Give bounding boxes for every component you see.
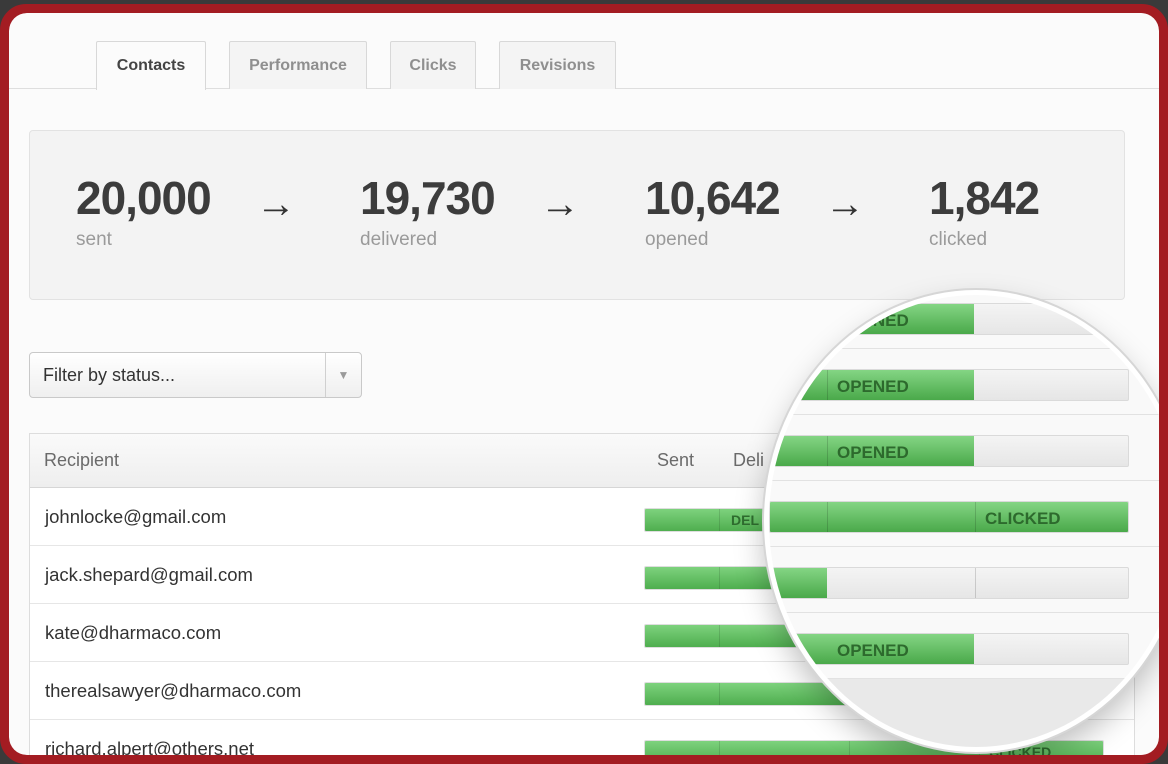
magnified-row bbox=[769, 679, 1159, 747]
stat-clicked-value: 1,842 bbox=[929, 172, 1040, 224]
recipient-email: johnlocke@gmail.com bbox=[45, 506, 227, 527]
magnified-progress-bar bbox=[769, 567, 1129, 599]
progress-divider bbox=[827, 502, 828, 532]
stat-sent-value: 20,000 bbox=[76, 172, 212, 224]
progress-divider bbox=[975, 502, 976, 532]
stat-delivered: 19,730 delivered bbox=[360, 171, 496, 251]
magnified-row: OPENED bbox=[769, 415, 1159, 481]
status-filter-select[interactable]: Filter by status... ▼ bbox=[29, 352, 362, 398]
progress-divider bbox=[719, 625, 720, 647]
stat-clicked: 1,842 clicked bbox=[929, 171, 1040, 251]
tab-bar: Contacts Performance Clicks Revisions bbox=[9, 13, 1159, 90]
window-frame: Contacts Performance Clicks Revisions 20… bbox=[0, 4, 1168, 764]
campaign-report-panel: Contacts Performance Clicks Revisions 20… bbox=[9, 13, 1159, 755]
status-label: OPENED bbox=[837, 443, 909, 462]
tab-revisions[interactable]: Revisions bbox=[499, 41, 616, 89]
recipient-email: therealsawyer@dharmaco.com bbox=[45, 680, 302, 701]
recipient-email: kate@dharmaco.com bbox=[45, 622, 222, 643]
progress-divider bbox=[719, 567, 720, 589]
progress-fill bbox=[770, 502, 1128, 532]
stat-sent-label: sent bbox=[76, 229, 112, 250]
progress-fill bbox=[770, 568, 828, 598]
progress-divider bbox=[827, 436, 828, 466]
column-header-sent[interactable]: Sent bbox=[657, 450, 694, 471]
magnifier-loupe: OPENED OPENED OPENED CLICKED OPENED bbox=[764, 290, 1159, 752]
status-filter-label: Filter by status... bbox=[43, 365, 176, 385]
progress-divider bbox=[975, 568, 976, 598]
magnified-progress-bar: OPENED bbox=[769, 369, 1129, 401]
status-label: OPENED bbox=[837, 377, 909, 396]
progress-divider bbox=[719, 509, 720, 531]
arrow-icon: → bbox=[540, 182, 580, 226]
stat-opened-label: opened bbox=[645, 229, 709, 250]
recipient-email: richard.alpert@others.net bbox=[45, 738, 255, 755]
tab-performance[interactable]: Performance bbox=[229, 41, 367, 89]
magnified-progress-bar: OPENED bbox=[769, 633, 1129, 665]
status-label: OPENED bbox=[837, 311, 909, 330]
magnified-row: CLICKED bbox=[769, 481, 1159, 547]
stat-opened: 10,642 opened bbox=[645, 171, 781, 251]
status-label: CLICKED bbox=[985, 509, 1061, 528]
magnified-row: OPENED bbox=[769, 295, 1159, 349]
progress-divider bbox=[719, 683, 720, 705]
recipient-email: jack.shepard@gmail.com bbox=[45, 564, 253, 585]
funnel-stats: 20,000 sent → 19,730 delivered → 10,642 … bbox=[29, 130, 1125, 300]
magnified-row: OPENED bbox=[769, 349, 1159, 415]
progress-divider bbox=[827, 370, 828, 400]
arrow-icon: → bbox=[825, 182, 865, 226]
stat-sent: 20,000 sent bbox=[76, 171, 212, 251]
tab-contacts[interactable]: Contacts bbox=[96, 41, 206, 90]
magnified-row: OPENED bbox=[769, 613, 1159, 679]
stat-opened-value: 10,642 bbox=[645, 172, 781, 224]
magnified-row bbox=[769, 547, 1159, 613]
chevron-down-icon[interactable]: ▼ bbox=[325, 353, 361, 397]
magnified-progress-bar: OPENED bbox=[769, 303, 1129, 335]
stat-clicked-label: clicked bbox=[929, 229, 988, 250]
column-header-recipient[interactable]: Recipient bbox=[44, 450, 119, 471]
stat-delivered-label: delivered bbox=[360, 229, 438, 250]
magnified-progress-bar: CLICKED bbox=[769, 501, 1129, 533]
stat-delivered-value: 19,730 bbox=[360, 172, 496, 224]
arrow-icon: → bbox=[256, 182, 296, 226]
progress-divider bbox=[719, 741, 720, 755]
status-label: DEL bbox=[731, 512, 759, 528]
tab-clicks[interactable]: Clicks bbox=[390, 41, 476, 89]
status-label: OPENED bbox=[837, 641, 909, 660]
column-header-delivered[interactable]: Deli bbox=[733, 450, 764, 471]
magnified-progress-bar: OPENED bbox=[769, 435, 1129, 467]
